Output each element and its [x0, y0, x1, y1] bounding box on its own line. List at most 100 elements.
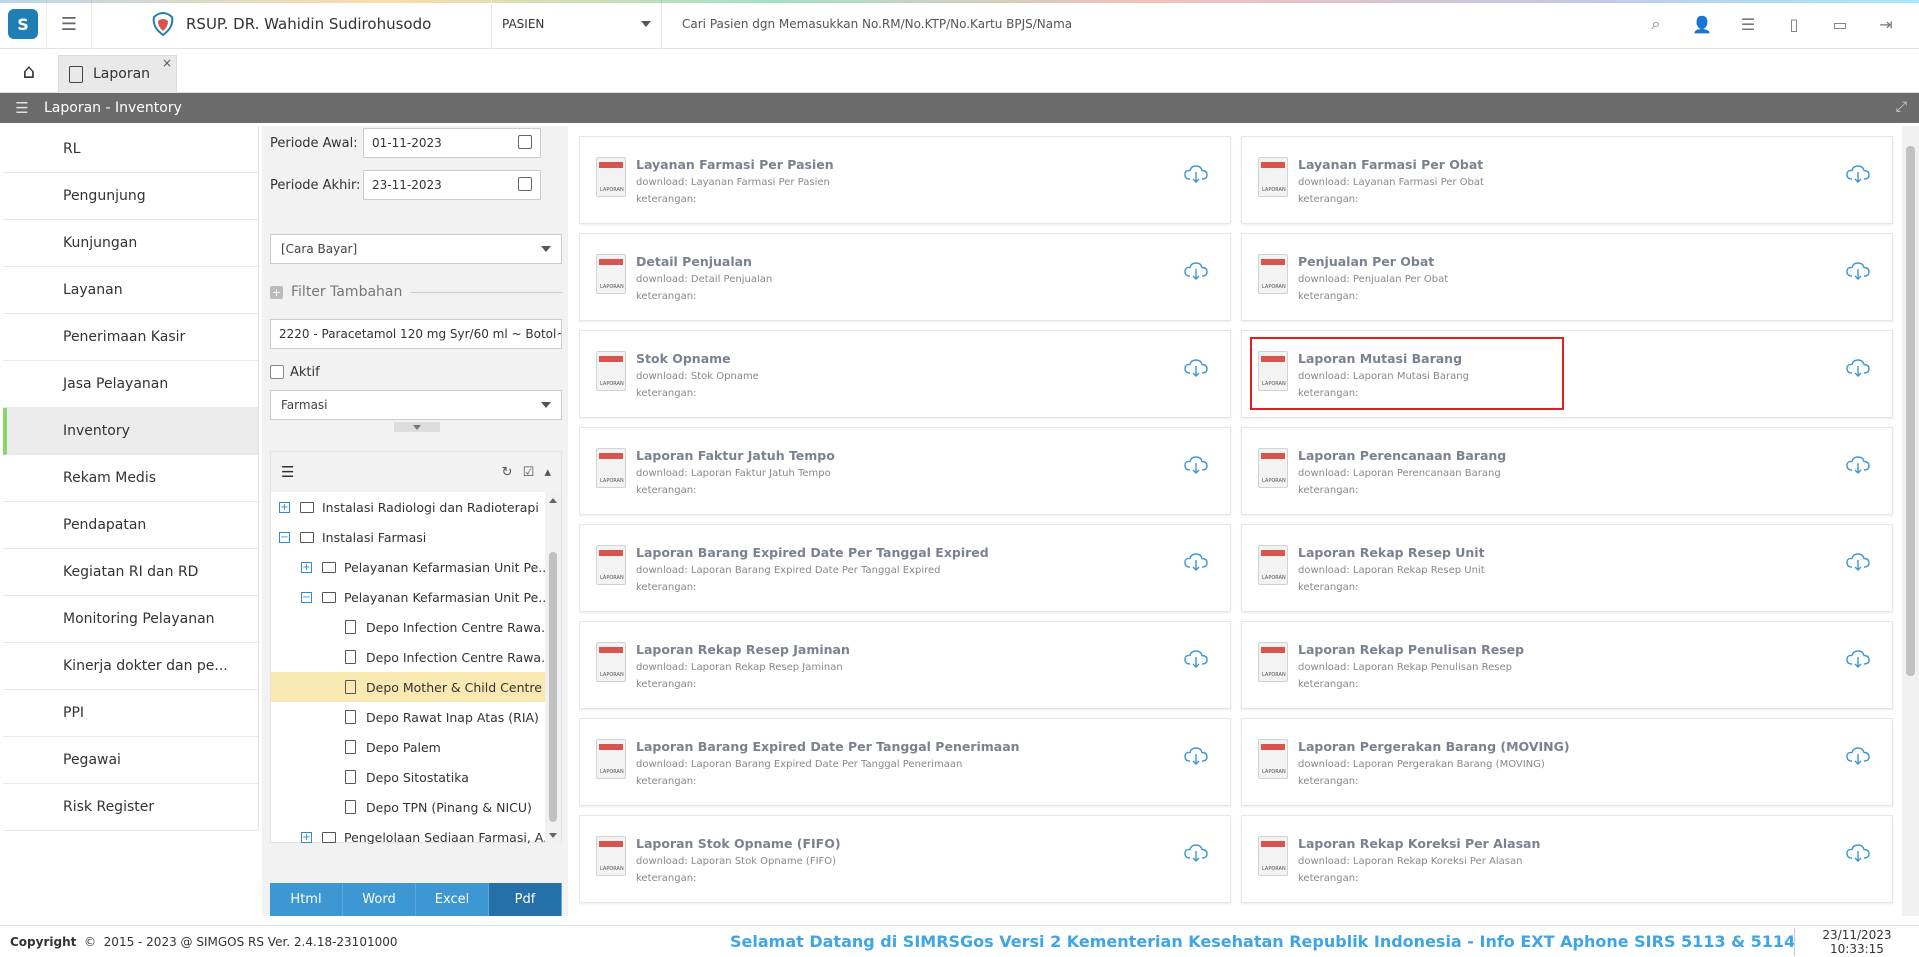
- collapse-icon[interactable]: −: [279, 531, 290, 543]
- export-word-button[interactable]: Word: [343, 883, 416, 916]
- report-card[interactable]: LAPORAN Laporan Barang Expired Date Per T…: [579, 718, 1231, 806]
- nav-item-pendapatan[interactable]: Pendapatan: [3, 502, 258, 549]
- refresh-icon[interactable]: ↻: [502, 465, 513, 480]
- check-all-icon[interactable]: ☑: [523, 465, 535, 480]
- cloud-download-icon[interactable]: [1846, 165, 1870, 183]
- cloud-download-icon[interactable]: [1846, 844, 1870, 862]
- collapse-filter-handle[interactable]: [394, 422, 440, 432]
- nav-item-risk-register[interactable]: Risk Register: [3, 784, 258, 831]
- tree-item[interactable]: Depo Mother & Child Centre: [271, 672, 547, 702]
- tree-item[interactable]: + Pelayanan Kefarmasian Unit Pe...: [271, 552, 547, 582]
- aktif-checkbox[interactable]: [270, 365, 284, 379]
- report-card[interactable]: LAPORAN Stok Opname download: Stok Opname k…: [579, 330, 1231, 418]
- scroll-thumb[interactable]: [1906, 146, 1915, 676]
- report-title[interactable]: Laporan Rekap Resep Jaminan: [636, 642, 850, 657]
- nav-item-pengunjung[interactable]: Pengunjung: [3, 173, 258, 220]
- tree-item[interactable]: Depo Rawat Inap Atas (RIA): [271, 702, 547, 732]
- report-title[interactable]: Laporan Rekap Koreksi Per Alasan: [1298, 836, 1540, 851]
- report-scrollbar[interactable]: [1902, 126, 1919, 916]
- nav-item-kinerja-dokter-dan-pe[interactable]: Kinerja dokter dan pe...: [3, 643, 258, 690]
- chevron-up-icon[interactable]: ▴: [544, 465, 551, 480]
- cloud-download-icon[interactable]: [1184, 456, 1208, 474]
- report-title[interactable]: Laporan Barang Expired Date Per Tanggal …: [636, 739, 1020, 754]
- cloud-download-icon[interactable]: [1846, 359, 1870, 377]
- report-title[interactable]: Laporan Stok Opname (FIFO): [636, 836, 841, 851]
- tree-item[interactable]: − Instalasi Farmasi: [271, 522, 547, 552]
- search-icon[interactable]: ⌕: [1633, 14, 1679, 34]
- tree-item[interactable]: Depo Infection Centre Rawa...: [271, 612, 547, 642]
- nav-item-rekam-medis[interactable]: Rekam Medis: [3, 455, 258, 502]
- report-title[interactable]: Laporan Barang Expired Date Per Tanggal …: [636, 545, 989, 560]
- report-title[interactable]: Layanan Farmasi Per Pasien: [636, 157, 834, 172]
- cloud-download-icon[interactable]: [1184, 844, 1208, 862]
- mode-select[interactable]: PASIEN: [492, 0, 662, 49]
- report-title[interactable]: Laporan Rekap Resep Unit: [1298, 545, 1485, 560]
- tree-scrollbar[interactable]: [545, 492, 561, 844]
- report-card[interactable]: LAPORAN Penjualan Per Obat download: Penju…: [1241, 233, 1893, 321]
- nav-item-layanan[interactable]: Layanan: [3, 267, 258, 314]
- cloud-download-icon[interactable]: [1184, 553, 1208, 571]
- obat-input[interactable]: 2220 - Paracetamol 120 mg Syr/60 ml ~ Bo…: [270, 319, 562, 349]
- cloud-download-icon[interactable]: [1846, 747, 1870, 765]
- scroll-up-icon[interactable]: [549, 498, 557, 503]
- export-excel-button[interactable]: Excel: [416, 883, 489, 916]
- report-title[interactable]: Laporan Perencanaan Barang: [1298, 448, 1506, 463]
- nav-item-kunjungan[interactable]: Kunjungan: [3, 220, 258, 267]
- report-card[interactable]: LAPORAN Laporan Pergerakan Barang (MOVING…: [1241, 718, 1893, 806]
- scroll-thumb[interactable]: [549, 552, 557, 822]
- expand-icon[interactable]: ⤢: [1896, 99, 1907, 115]
- close-icon[interactable]: ×: [162, 56, 172, 70]
- report-card[interactable]: LAPORAN Laporan Rekap Penulisan Resep down…: [1241, 621, 1893, 709]
- report-title[interactable]: Laporan Faktur Jatuh Tempo: [636, 448, 835, 463]
- calendar-icon[interactable]: [518, 135, 532, 149]
- scroll-down-icon[interactable]: [549, 833, 557, 838]
- tree-item[interactable]: + Instalasi Radiologi dan Radioterapi: [271, 492, 547, 522]
- tree-item[interactable]: − Pelayanan Kefarmasian Unit Pe...: [271, 582, 547, 612]
- cloud-download-icon[interactable]: [1846, 553, 1870, 571]
- tab-laporan[interactable]: Laporan ×: [58, 54, 178, 93]
- list-icon[interactable]: ☰: [1725, 15, 1771, 34]
- collapse-icon[interactable]: −: [301, 591, 312, 603]
- report-card[interactable]: LAPORAN Detail Penjualan download: Detail …: [579, 233, 1231, 321]
- report-title[interactable]: Stok Opname: [636, 351, 731, 366]
- report-card[interactable]: LAPORAN Layanan Farmasi Per Pasien downloa…: [579, 136, 1231, 224]
- report-card[interactable]: LAPORAN Laporan Stok Opname (FIFO) downloa…: [579, 815, 1231, 903]
- expand-icon[interactable]: +: [301, 561, 312, 573]
- expand-icon[interactable]: +: [301, 831, 312, 843]
- nav-item-inventory[interactable]: Inventory: [3, 408, 258, 455]
- sign-out-icon[interactable]: ⇥: [1863, 15, 1909, 34]
- nav-item-rl[interactable]: RL: [3, 126, 258, 173]
- menu-toggle-icon[interactable]: ☰: [46, 0, 92, 49]
- list-icon[interactable]: ☰: [281, 463, 294, 481]
- filter-tambahan-toggle[interactable]: + Filter Tambahan: [270, 284, 562, 300]
- report-title[interactable]: Laporan Rekap Penulisan Resep: [1298, 642, 1524, 657]
- nav-item-ppi[interactable]: PPI: [3, 690, 258, 737]
- periode-akhir-field[interactable]: 23-11-2023: [363, 170, 541, 200]
- report-card[interactable]: LAPORAN Layanan Farmasi Per Obat download:…: [1241, 136, 1893, 224]
- cloud-download-icon[interactable]: [1846, 456, 1870, 474]
- report-title[interactable]: Penjualan Per Obat: [1298, 254, 1434, 269]
- nav-item-penerimaan-kasir[interactable]: Penerimaan Kasir: [3, 314, 258, 361]
- report-card[interactable]: LAPORAN Laporan Perencanaan Barang downloa…: [1241, 427, 1893, 515]
- tree-item[interactable]: + Pengelolaan Sediaan Farmasi, A...: [271, 822, 547, 844]
- calendar-icon[interactable]: [518, 177, 532, 191]
- tree-item[interactable]: Depo Infection Centre Rawa...: [271, 642, 547, 672]
- report-card[interactable]: LAPORAN Laporan Faktur Jatuh Tempo downloa…: [579, 427, 1231, 515]
- tree-item[interactable]: Depo Palem: [271, 732, 547, 762]
- cloud-download-icon[interactable]: [1184, 359, 1208, 377]
- cloud-download-icon[interactable]: [1184, 165, 1208, 183]
- tree-item[interactable]: Depo TPN (Pinang & NICU): [271, 792, 547, 822]
- periode-awal-field[interactable]: 01-11-2023: [363, 128, 541, 158]
- nav-item-monitoring-pelayanan[interactable]: Monitoring Pelayanan: [3, 596, 258, 643]
- report-card[interactable]: LAPORAN Laporan Rekap Koreksi Per Alasan d…: [1241, 815, 1893, 903]
- app-logo[interactable]: S: [0, 0, 46, 49]
- export-pdf-button[interactable]: Pdf: [489, 883, 562, 916]
- panel-menu-icon[interactable]: ☰: [0, 99, 44, 117]
- expand-icon[interactable]: +: [279, 501, 290, 513]
- nav-item-kegiatan-ri-dan-rd[interactable]: Kegiatan RI dan RD: [3, 549, 258, 596]
- folder-open-icon[interactable]: ▭: [1817, 15, 1863, 34]
- report-title[interactable]: Layanan Farmasi Per Obat: [1298, 157, 1483, 172]
- pdf-file-icon[interactable]: ▯: [1771, 15, 1817, 34]
- cara-bayar-select[interactable]: [Cara Bayar]: [270, 234, 562, 264]
- report-card[interactable]: LAPORAN Laporan Rekap Resep Unit download:…: [1241, 524, 1893, 612]
